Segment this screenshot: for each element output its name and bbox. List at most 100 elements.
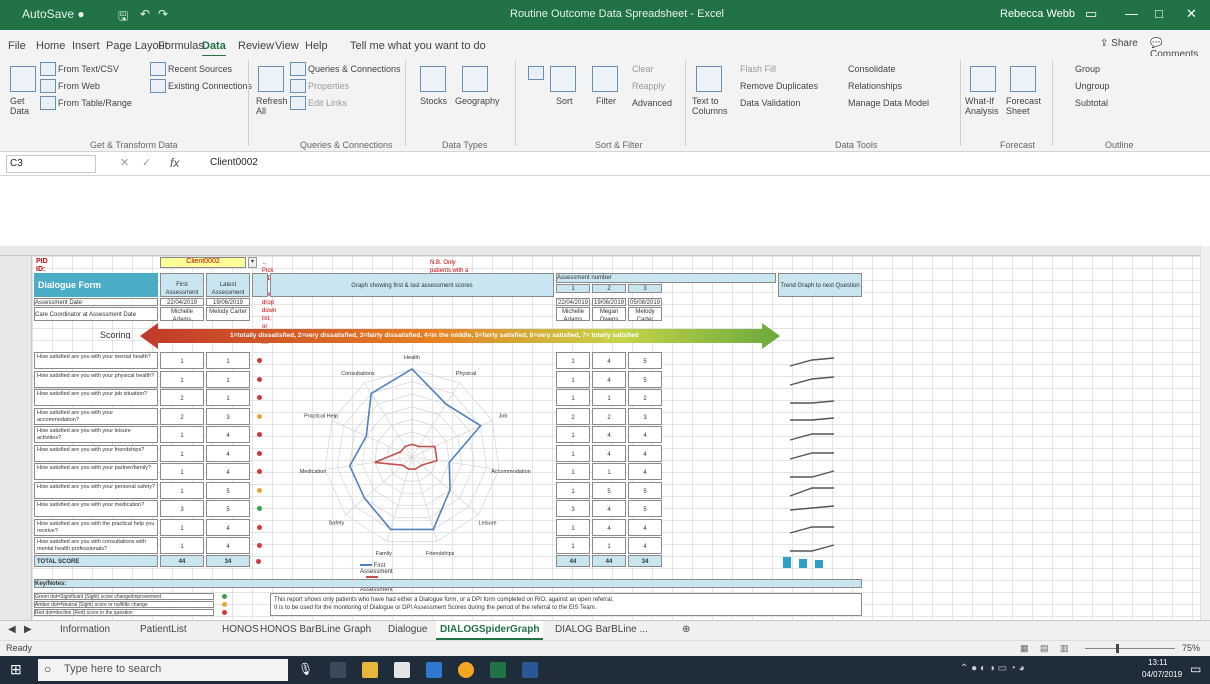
microphone-icon[interactable]: 🎙	[298, 662, 313, 676]
insert-function-icon[interactable]: fx	[170, 156, 179, 170]
sheet-tab-honos[interactable]: HONOS	[222, 624, 259, 635]
geography-icon[interactable]	[462, 66, 488, 92]
zoom-slider-thumb[interactable]	[1116, 644, 1119, 653]
redo-icon[interactable]: ↷	[158, 7, 168, 21]
column-headers[interactable]	[0, 246, 1200, 256]
from-table-button[interactable]: From Table/Range	[58, 98, 132, 108]
properties-button[interactable]: Properties	[308, 81, 349, 91]
sheet-tab-dialog-barbline-[interactable]: DIALOG BarBLine ...	[555, 624, 648, 635]
queries-connections-button[interactable]: Queries & Connections	[308, 64, 401, 74]
task-view-icon[interactable]	[330, 662, 346, 678]
menu-data[interactable]: Data	[202, 40, 226, 57]
refresh-all-button[interactable]: Refresh All	[256, 96, 288, 116]
view-layout-icon[interactable]: ▤	[1040, 643, 1049, 654]
filter-button[interactable]: Filter	[596, 96, 616, 106]
excel-icon[interactable]	[490, 662, 506, 678]
minimize-button[interactable]: —	[1125, 6, 1138, 21]
sheet-tab-honos-barbline-graph[interactable]: HONOS BarBLine Graph	[260, 624, 371, 635]
consolidate-button[interactable]: Consolidate	[848, 64, 896, 74]
subtotal-button[interactable]: Subtotal	[1075, 98, 1108, 108]
menu-tell-me-what-you-want-to-do[interactable]: Tell me what you want to do	[350, 40, 486, 52]
get-data-button[interactable]: Get Data	[10, 96, 40, 116]
maximize-button[interactable]: □	[1155, 6, 1163, 21]
view-normal-icon[interactable]: ▦	[1020, 643, 1029, 654]
chrome-icon[interactable]	[458, 662, 474, 678]
sheet-tab-dialogspidergraph[interactable]: DIALOGSpiderGraph	[436, 621, 544, 640]
sort-icon[interactable]	[550, 66, 576, 92]
edit-links-button[interactable]: Edit Links	[308, 98, 347, 108]
group-button[interactable]: Group	[1075, 64, 1100, 74]
text-to-columns-icon[interactable]	[696, 66, 722, 92]
zoom-level[interactable]: 75%	[1182, 643, 1200, 653]
what-if-button[interactable]: What-If Analysis	[965, 96, 1001, 116]
ribbon-display-icon[interactable]: ▭	[1085, 6, 1097, 22]
tab-scroll-right[interactable]: ▶	[24, 624, 32, 635]
sheet-tab-information[interactable]: Information	[60, 624, 110, 635]
get-data-icon[interactable]	[10, 66, 36, 92]
word-icon[interactable]	[522, 662, 538, 678]
vertical-scrollbar[interactable]	[1200, 246, 1210, 620]
save-icon[interactable]: 🖫	[118, 7, 128, 28]
stocks-button[interactable]: Stocks	[420, 96, 447, 106]
forecast-sheet-button[interactable]: Forecast Sheet	[1006, 96, 1042, 116]
reapply-button[interactable]: Reapply	[632, 81, 665, 91]
tab-scroll-left[interactable]: ◀	[8, 624, 16, 635]
menu-review[interactable]: Review	[238, 40, 274, 52]
file-explorer-icon[interactable]	[362, 662, 378, 678]
existing-connections-button[interactable]: Existing Connections	[168, 81, 252, 91]
autosave-toggle[interactable]: AutoSave ●	[22, 7, 85, 21]
close-button[interactable]: ✕	[1186, 6, 1197, 22]
taskbar-search-input[interactable]: Type here to search	[38, 659, 288, 681]
forecast-sheet-icon[interactable]	[1010, 66, 1036, 92]
menu-home[interactable]: Home	[36, 40, 65, 52]
menu-help[interactable]: Help	[305, 40, 328, 52]
recent-sources-button[interactable]: Recent Sources	[168, 64, 232, 74]
pid-select[interactable]: Client0002	[160, 257, 246, 268]
windows-start-icon[interactable]: ⊞	[10, 661, 22, 678]
formula-bar-expanded[interactable]	[0, 176, 1210, 246]
cancel-icon[interactable]: ✕	[120, 156, 129, 169]
menu-view[interactable]: View	[275, 40, 299, 52]
advanced-button[interactable]: Advanced	[632, 98, 672, 108]
stocks-icon[interactable]	[420, 66, 446, 92]
sort-az-icon[interactable]	[528, 66, 544, 80]
system-tray-icons[interactable]: ⌃ ● ◐ ◑ ▭ ◔ ◕	[960, 663, 1025, 674]
name-box[interactable]: C3	[6, 155, 96, 173]
from-text-button[interactable]: From Text/CSV	[58, 64, 119, 74]
refresh-all-icon[interactable]	[258, 66, 284, 92]
relationships-button[interactable]: Relationships	[848, 81, 902, 91]
data-validation-button[interactable]: Data Validation	[740, 98, 800, 108]
window-title: Routine Outcome Data Spreadsheet - Excel	[510, 8, 725, 20]
menu-file[interactable]: File	[8, 40, 26, 52]
enter-icon[interactable]: ✓	[142, 156, 151, 169]
user-name[interactable]: Rebecca Webb	[1000, 8, 1075, 20]
store-icon[interactable]	[394, 662, 410, 678]
add-sheet-button[interactable]: ⊕	[682, 624, 690, 635]
trend-line	[789, 526, 834, 534]
undo-icon[interactable]: ↶	[140, 7, 150, 21]
first-score: 2	[160, 389, 204, 406]
sort-button[interactable]: Sort	[556, 96, 573, 106]
remove-duplicates-button[interactable]: Remove Duplicates	[740, 81, 818, 91]
notifications-icon[interactable]: ▭	[1190, 662, 1201, 676]
ungroup-button[interactable]: Ungroup	[1075, 81, 1110, 91]
zoom-slider[interactable]	[1085, 648, 1175, 649]
sheet-tab-dialogue[interactable]: Dialogue	[388, 624, 427, 635]
geography-button[interactable]: Geography	[455, 96, 500, 106]
share-button[interactable]: ⇪ Share	[1100, 38, 1138, 49]
formula-input[interactable]: Client0002	[210, 157, 258, 168]
menu-insert[interactable]: Insert	[72, 40, 100, 52]
menu-formulas[interactable]: Formulas	[158, 40, 204, 52]
outlook-icon[interactable]	[426, 662, 442, 678]
filter-icon[interactable]	[592, 66, 618, 92]
text-to-columns-button[interactable]: Text to Columns	[692, 96, 728, 116]
row-headers[interactable]	[0, 256, 32, 620]
manage-data-model-button[interactable]: Manage Data Model	[848, 98, 929, 108]
from-web-button[interactable]: From Web	[58, 81, 100, 91]
pid-dropdown-icon[interactable]: ▾	[248, 257, 257, 268]
flash-fill-button[interactable]: Flash Fill	[740, 64, 776, 74]
view-break-icon[interactable]: ▥	[1060, 643, 1069, 654]
what-if-icon[interactable]	[970, 66, 996, 92]
sheet-tab-patientlist[interactable]: PatientList	[140, 624, 187, 635]
clear-button[interactable]: Clear	[632, 64, 654, 74]
